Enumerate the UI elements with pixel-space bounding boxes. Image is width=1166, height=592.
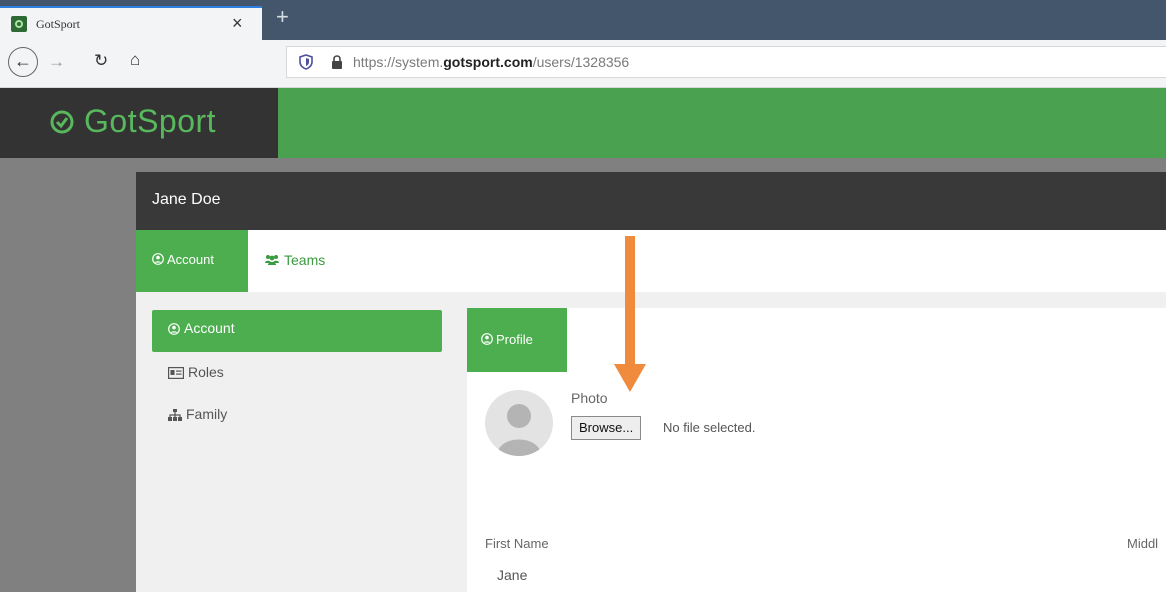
tab-account-label: Account bbox=[167, 252, 214, 267]
modal-title: Jane Doe bbox=[152, 191, 221, 208]
tab-profile-label: Profile bbox=[496, 332, 533, 347]
users-icon bbox=[265, 255, 279, 265]
url-text: https://system.gotsport.com/users/132835… bbox=[353, 54, 629, 70]
side-nav: Account Roles Family bbox=[152, 310, 442, 436]
reload-icon[interactable]: ↻ bbox=[94, 51, 108, 71]
lock-icon[interactable] bbox=[331, 55, 343, 69]
annotation-arrow-icon bbox=[614, 236, 646, 392]
tab-title: GotSport bbox=[36, 17, 81, 31]
modal-header: Jane Doe bbox=[136, 172, 1166, 230]
sidebar-item-account[interactable]: Account bbox=[152, 310, 442, 352]
url-prefix: https://system. bbox=[353, 54, 444, 70]
browser-tab-strip: GotSport × + bbox=[0, 0, 1166, 40]
first-name-field[interactable] bbox=[485, 560, 1105, 590]
gotsport-logo-icon bbox=[50, 110, 74, 134]
browser-tab[interactable]: GotSport × bbox=[0, 6, 262, 40]
sidebar-item-label: Account bbox=[184, 320, 235, 336]
browse-button[interactable]: Browse... bbox=[571, 416, 642, 440]
address-bar[interactable]: https://system.gotsport.com/users/132835… bbox=[286, 46, 1166, 78]
home-icon[interactable]: ⌂ bbox=[130, 50, 140, 70]
sidebar-item-family[interactable]: Family bbox=[152, 394, 442, 436]
user-circle-icon bbox=[152, 253, 164, 265]
sidebar-item-roles[interactable]: Roles bbox=[152, 352, 442, 394]
default-avatar-icon bbox=[497, 404, 541, 456]
browser-navbar: ← → ↻ ⌂ https://system.gotsport.com/user… bbox=[0, 40, 1166, 88]
url-domain: gotsport.com bbox=[443, 54, 533, 70]
no-file-status: No file selected. bbox=[663, 420, 756, 435]
content-area: Account Roles Family Profile Photo Brows… bbox=[136, 292, 1166, 592]
top-tabs: Account Teams bbox=[136, 230, 1166, 292]
sidebar-item-label: Roles bbox=[188, 364, 224, 380]
sidebar-item-label: Family bbox=[186, 406, 228, 422]
new-tab-button[interactable]: + bbox=[276, 4, 289, 30]
profile-panel: Profile Photo Browse... No file selected… bbox=[467, 308, 1166, 592]
user-modal: Jane Doe Account Teams Account Roles Fam… bbox=[136, 172, 1166, 592]
site-logo[interactable]: GotSport bbox=[0, 88, 278, 158]
shield-icon[interactable] bbox=[299, 54, 313, 70]
photo-label: Photo bbox=[571, 390, 608, 406]
forward-arrow-icon[interactable]: → bbox=[48, 52, 65, 72]
middle-name-label: Middl bbox=[1127, 536, 1159, 551]
first-name-label: First Name bbox=[485, 536, 549, 551]
back-arrow-icon[interactable]: ← bbox=[8, 47, 38, 77]
tab-teams[interactable]: Teams bbox=[264, 252, 325, 268]
logo-text: GotSport bbox=[84, 103, 217, 139]
avatar bbox=[485, 390, 553, 456]
user-circle-icon bbox=[481, 333, 493, 345]
tab-teams-label: Teams bbox=[284, 252, 326, 268]
url-path: /users/1328356 bbox=[532, 54, 630, 70]
tab-account[interactable]: Account bbox=[136, 230, 248, 292]
gotsport-favicon-icon bbox=[11, 16, 27, 32]
id-card-icon bbox=[168, 367, 184, 379]
tab-close-button[interactable]: × bbox=[232, 13, 243, 33]
tab-profile[interactable]: Profile bbox=[467, 308, 567, 372]
sitemap-icon bbox=[168, 409, 182, 421]
user-circle-icon bbox=[168, 323, 180, 335]
site-header: GotSport bbox=[0, 88, 1166, 182]
